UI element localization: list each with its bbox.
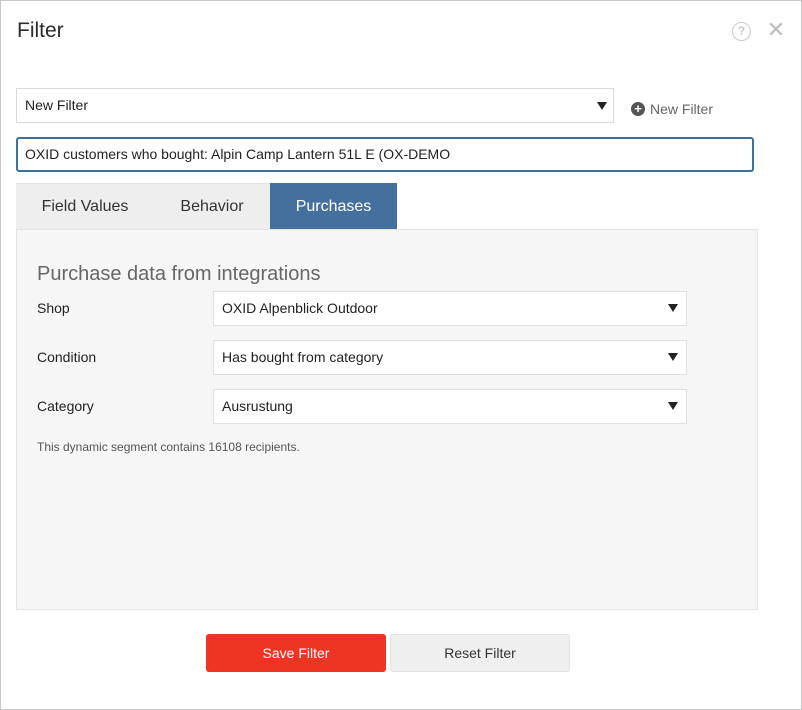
- condition-select[interactable]: Has bought from category: [213, 340, 687, 375]
- reset-filter-button[interactable]: Reset Filter: [390, 634, 570, 672]
- shop-select[interactable]: OXID Alpenblick Outdoor: [213, 291, 687, 326]
- tab-purchases[interactable]: Purchases: [270, 183, 397, 229]
- chevron-down-icon: [597, 102, 607, 110]
- dialog-title: Filter: [17, 19, 64, 42]
- chevron-down-icon: [668, 304, 678, 312]
- filter-select[interactable]: New Filter: [16, 88, 614, 123]
- category-select[interactable]: Ausrustung: [213, 389, 687, 424]
- condition-label: Condition: [37, 349, 97, 365]
- purchases-panel: Purchase data from integrations Shop OXI…: [16, 229, 758, 610]
- shop-select-value: OXID Alpenblick Outdoor: [222, 300, 378, 316]
- chevron-down-icon: [668, 402, 678, 410]
- recipient-count-note: This dynamic segment contains 16108 reci…: [37, 440, 300, 454]
- new-filter-button[interactable]: + New Filter: [631, 99, 713, 119]
- chevron-down-icon: [668, 353, 678, 361]
- new-filter-label: New Filter: [650, 101, 714, 117]
- help-icon[interactable]: ?: [732, 22, 751, 41]
- plus-circle-icon: +: [631, 102, 645, 116]
- tab-field-values[interactable]: Field Values: [16, 183, 154, 229]
- category-label: Category: [37, 398, 94, 414]
- category-select-value: Ausrustung: [222, 398, 293, 414]
- shop-label: Shop: [37, 300, 70, 316]
- filter-name-input[interactable]: OXID customers who bought: Alpin Camp La…: [16, 137, 754, 172]
- panel-heading: Purchase data from integrations: [37, 263, 321, 285]
- tab-behavior[interactable]: Behavior: [154, 183, 270, 229]
- save-filter-button[interactable]: Save Filter: [206, 634, 386, 672]
- filter-dialog: Filter ? ✕ New Filter + New Filter OXID …: [0, 0, 802, 710]
- condition-select-value: Has bought from category: [222, 349, 384, 365]
- filter-select-value: New Filter: [25, 97, 89, 113]
- close-icon[interactable]: ✕: [766, 18, 786, 42]
- filter-tabs: Field Values Behavior Purchases: [16, 183, 397, 229]
